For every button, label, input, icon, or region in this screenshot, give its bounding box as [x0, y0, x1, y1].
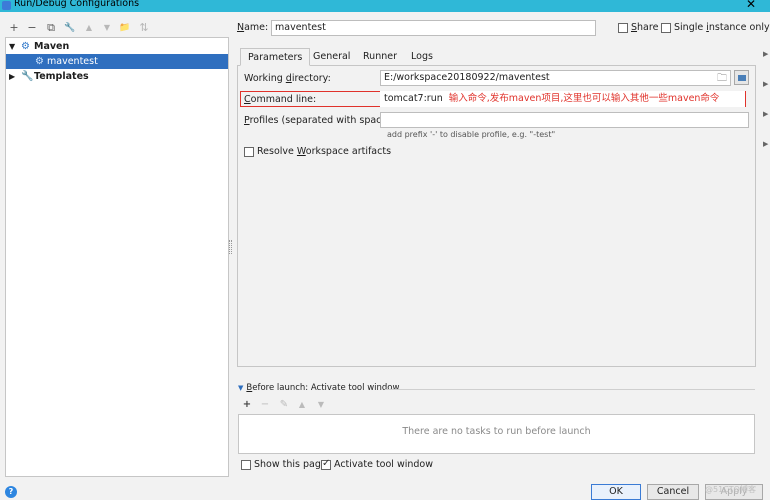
title-bar: Run/Debug Configurations ✕ — [0, 0, 770, 12]
tab-parameters[interactable]: Parameters — [240, 48, 311, 66]
folder-icon[interactable]: 🗀 — [717, 71, 727, 88]
single-instance-label: Single instance only — [674, 22, 770, 33]
chevron-right-icon[interactable]: ▶ — [9, 69, 15, 84]
edit-task-button[interactable]: ✎ — [277, 399, 291, 411]
chevron-right-icon: ▶ — [763, 50, 769, 58]
folder-button[interactable]: 📁 — [117, 20, 133, 36]
move-task-down-button[interactable]: ▼ — [314, 399, 328, 411]
copy-configuration-button[interactable]: ⧉ — [43, 20, 59, 36]
profiles-hint: add prefix '-' to disable profile, e.g. … — [387, 130, 556, 139]
tree-item-templates[interactable]: ▶ 🔧 Templates — [6, 69, 228, 84]
working-directory-input[interactable]: E:/workspace20180922/maventest — [380, 70, 731, 86]
sort-button[interactable]: ⇅ — [136, 20, 152, 36]
tree-item-label: Templates — [34, 71, 89, 82]
configuration-tree: ▼ ⚙ Maven ⚙ maventest ▶ 🔧 Templates — [5, 37, 229, 477]
empty-tasks-message: There are no tasks to run before launch — [402, 426, 591, 437]
maven-icon: ⚙ — [35, 56, 44, 67]
wrench-icon: 🔧 — [21, 71, 34, 82]
tree-item-label: maventest — [47, 56, 98, 67]
chevron-right-icon: ▶ — [763, 110, 769, 118]
command-line-label: Command line: — [244, 94, 317, 105]
edit-defaults-button[interactable]: 🔧 — [62, 20, 78, 36]
move-up-button[interactable]: ▲ — [81, 20, 97, 36]
move-task-up-button[interactable]: ▲ — [295, 399, 309, 411]
app-icon — [2, 1, 11, 10]
add-configuration-button[interactable]: + — [6, 20, 22, 36]
watermark: @51CTO博客 — [705, 485, 756, 494]
remove-configuration-button[interactable]: − — [24, 20, 40, 36]
tab-general[interactable]: General — [306, 48, 357, 66]
chevron-right-icon: ▶ — [763, 140, 769, 148]
resolve-workspace-label: Resolve Workspace artifacts — [257, 146, 392, 157]
resolve-workspace-checkbox[interactable] — [244, 147, 254, 157]
tab-logs[interactable]: Logs — [404, 48, 440, 66]
remove-task-button[interactable]: − — [258, 399, 272, 411]
share-label: Share — [631, 22, 659, 33]
module-dir-button[interactable] — [734, 70, 749, 85]
command-line-annotation: 输入命令,发布maven项目,这里也可以输入其他一些maven命令 — [448, 93, 720, 104]
tree-item-label: Maven — [34, 41, 70, 52]
name-label: Name: — [237, 22, 269, 33]
activate-tool-window-checkbox[interactable] — [321, 458, 331, 470]
before-launch-header[interactable]: ▼ Before launch: Activate tool window — [238, 383, 399, 393]
ok-button[interactable]: OK — [591, 484, 641, 500]
show-page-label: Show this page — [254, 459, 327, 470]
side-tool-strip: ▶ ▶ ▶ ▶ — [762, 40, 770, 160]
add-task-button[interactable]: + — [240, 399, 254, 411]
maven-icon: ⚙ — [21, 41, 30, 52]
profiles-label: Profiles (separated with space): — [244, 115, 395, 126]
window-title: Run/Debug Configurations — [14, 0, 140, 9]
share-checkbox[interactable] — [618, 23, 628, 33]
name-input[interactable]: maventest — [271, 20, 596, 36]
divider — [385, 389, 755, 390]
tree-item-maventest[interactable]: ⚙ maventest — [6, 54, 228, 69]
before-launch-task-list[interactable]: There are no tasks to run before launch — [238, 414, 755, 454]
working-directory-label: Working directory: — [244, 73, 331, 84]
parameters-panel — [237, 65, 756, 367]
command-line-value: tomcat7:run — [384, 93, 443, 104]
tab-runner[interactable]: Runner — [356, 48, 404, 66]
close-icon[interactable]: ✕ — [746, 0, 756, 11]
chevron-down-icon: ▼ — [238, 384, 244, 392]
chevron-right-icon: ▶ — [763, 80, 769, 88]
help-icon[interactable]: ? — [5, 486, 17, 498]
single-instance-checkbox[interactable] — [661, 23, 671, 33]
move-down-button[interactable]: ▼ — [99, 20, 115, 36]
chevron-down-icon[interactable]: ▼ — [9, 39, 15, 54]
show-page-checkbox[interactable] — [241, 460, 251, 470]
splitter-handle[interactable] — [229, 240, 232, 254]
profiles-input[interactable] — [380, 112, 749, 128]
cancel-button[interactable]: Cancel — [647, 484, 699, 500]
activate-tool-window-label: Activate tool window — [334, 459, 434, 470]
command-line-input[interactable]: tomcat7:run 输入命令,发布maven项目,这里也可以输入其他一些mav… — [380, 91, 745, 107]
tree-item-maven[interactable]: ▼ ⚙ Maven — [6, 39, 228, 54]
